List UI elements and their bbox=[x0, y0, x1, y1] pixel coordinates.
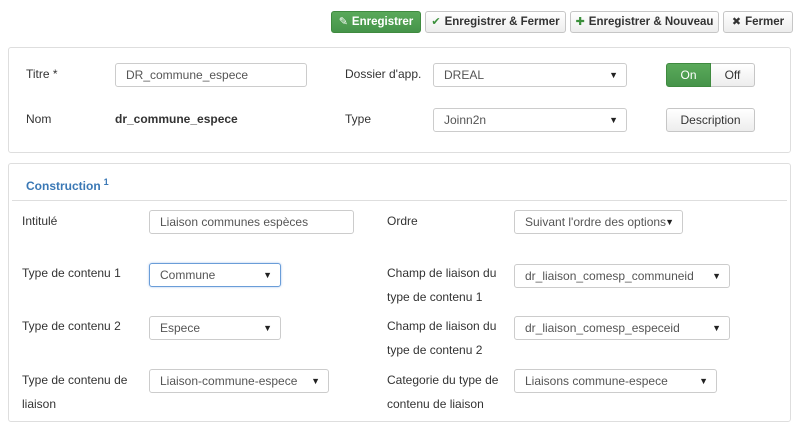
categorie-label: Categorie du type de contenu de liaison bbox=[387, 373, 499, 411]
title-label: Titre * bbox=[26, 67, 58, 81]
name-value: dr_commune_espece bbox=[115, 112, 238, 126]
toggle-off-button[interactable]: Off bbox=[711, 63, 755, 87]
type1-select-value: Commune bbox=[160, 268, 216, 282]
intitule-label: Intitulé bbox=[22, 214, 58, 228]
champ1-select[interactable]: dr_liaison_comesp_communeid ▼ bbox=[514, 264, 730, 288]
close-button[interactable]: ✖ Fermer bbox=[723, 11, 793, 33]
save-new-label: Enregistrer & Nouveau bbox=[588, 16, 714, 28]
champ1-select-value: dr_liaison_comesp_communeid bbox=[525, 269, 694, 283]
ordre-select-value: Suivant l'ordre des options bbox=[525, 215, 667, 229]
typeliaison-label: Type de contenu de liaison bbox=[22, 373, 128, 411]
close-button-label: Fermer bbox=[745, 16, 785, 28]
check-icon: ✔ bbox=[431, 15, 441, 28]
close-icon: ✖ bbox=[731, 15, 742, 28]
plus-icon: ✚ bbox=[575, 15, 585, 28]
typeliaison-select[interactable]: Liaison-commune-espece ▼ bbox=[149, 369, 329, 393]
save-close-button[interactable]: ✔ Enregistrer & Fermer bbox=[425, 11, 566, 33]
edit-icon: ✎ bbox=[338, 15, 348, 28]
ordre-select[interactable]: Suivant l'ordre des options ▼ bbox=[514, 210, 683, 234]
type1-select[interactable]: Commune ▼ bbox=[149, 263, 281, 287]
section-divider bbox=[12, 200, 787, 201]
construction-title-text: Construction bbox=[26, 179, 101, 193]
chevron-down-icon: ▼ bbox=[712, 271, 721, 281]
name-label: Nom bbox=[26, 112, 52, 126]
chevron-down-icon: ▼ bbox=[609, 70, 618, 80]
chevron-down-icon: ▼ bbox=[665, 217, 674, 227]
description-button[interactable]: Description bbox=[666, 108, 755, 132]
chevron-down-icon: ▼ bbox=[263, 270, 272, 280]
typeliaison-select-value: Liaison-commune-espece bbox=[160, 374, 298, 388]
type2-select-value: Espece bbox=[160, 321, 201, 335]
toggle-on-button[interactable]: On bbox=[666, 63, 711, 87]
type-label: Type bbox=[345, 112, 372, 126]
chevron-down-icon: ▼ bbox=[609, 115, 618, 125]
type-select-value: Joinn2n bbox=[444, 113, 487, 127]
construction-title-sup: 1 bbox=[103, 177, 109, 187]
title-input[interactable]: DR_commune_espece bbox=[115, 63, 307, 87]
save-new-button[interactable]: ✚ Enregistrer & Nouveau bbox=[570, 11, 719, 33]
chevron-down-icon: ▼ bbox=[311, 376, 320, 386]
champ2-select-value: dr_liaison_comesp_especeid bbox=[525, 321, 680, 335]
save-button-label: Enregistrer bbox=[351, 16, 414, 28]
save-close-label: Enregistrer & Fermer bbox=[444, 16, 560, 28]
intitule-input[interactable]: Liaison communes espèces bbox=[149, 210, 354, 234]
ordre-label: Ordre bbox=[387, 214, 418, 228]
construction-title: Construction 1 bbox=[26, 177, 109, 193]
champ2-label: Champ de liaison du type de contenu 2 bbox=[387, 319, 497, 357]
folder-select[interactable]: DREAL ▼ bbox=[433, 63, 627, 87]
champ1-label: Champ de liaison du type de contenu 1 bbox=[387, 266, 497, 304]
type-select[interactable]: Joinn2n ▼ bbox=[433, 108, 627, 132]
folder-label: Dossier d'app. bbox=[345, 67, 422, 81]
categorie-select[interactable]: Liaisons commune-espece ▼ bbox=[514, 369, 717, 393]
chevron-down-icon: ▼ bbox=[712, 323, 721, 333]
type1-label: Type de contenu 1 bbox=[22, 266, 121, 280]
type2-select[interactable]: Espece ▼ bbox=[149, 316, 281, 340]
type2-label: Type de contenu 2 bbox=[22, 319, 121, 333]
champ2-select[interactable]: dr_liaison_comesp_especeid ▼ bbox=[514, 316, 730, 340]
folder-select-value: DREAL bbox=[444, 68, 485, 82]
categorie-select-value: Liaisons commune-espece bbox=[525, 374, 668, 388]
save-button[interactable]: ✎ Enregistrer bbox=[331, 11, 421, 33]
chevron-down-icon: ▼ bbox=[699, 376, 708, 386]
chevron-down-icon: ▼ bbox=[263, 323, 272, 333]
